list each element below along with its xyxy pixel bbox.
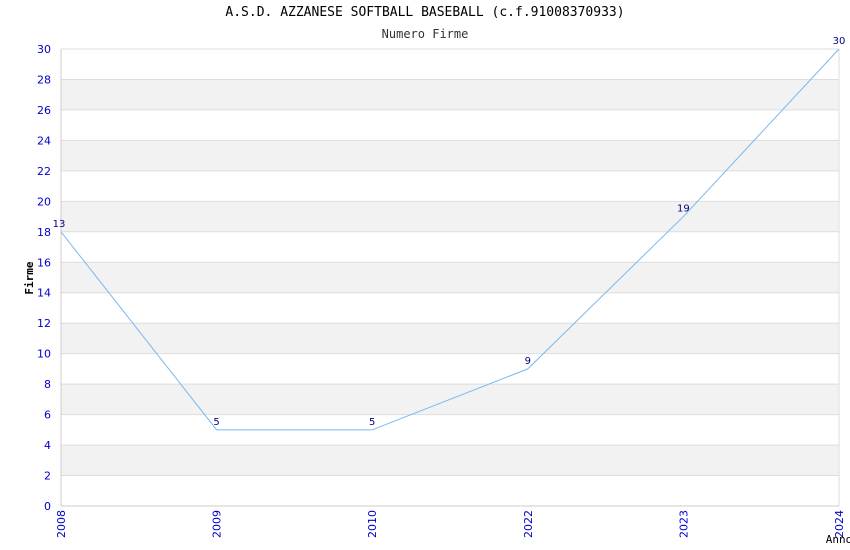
y-tick-label: 4 — [44, 439, 51, 452]
grid-band — [61, 323, 839, 354]
data-label: 5 — [213, 417, 219, 428]
x-tick-labels: 2008 2009 2010 2022 2023 2024 — [55, 510, 846, 538]
grid-band — [61, 475, 839, 506]
y-tick-label: 10 — [37, 348, 51, 361]
grid-band — [61, 445, 839, 476]
y-tick-label: 24 — [37, 134, 51, 147]
grid-band — [61, 170, 839, 202]
data-label: 9 — [525, 356, 531, 367]
y-tick-label: 28 — [37, 73, 51, 86]
y-tick-label: 0 — [44, 500, 51, 513]
y-tick-label: 18 — [37, 226, 51, 239]
y-tick-label: 26 — [37, 104, 51, 117]
data-label: 30 — [833, 36, 846, 47]
y-axis-label: Firme — [23, 261, 36, 294]
grid-bands — [61, 49, 839, 506]
grid-band — [61, 140, 839, 171]
grid-band — [61, 49, 839, 80]
x-tick-label: 2023 — [677, 510, 690, 538]
grid-band — [61, 292, 839, 324]
grid-band — [61, 201, 839, 232]
y-tick-label: 8 — [44, 378, 51, 391]
line-chart: 024681012141618202224262830 2008 2009 2010… — [23, 36, 850, 546]
y-tick-label: 20 — [37, 195, 51, 208]
y-tick-label: 16 — [37, 256, 51, 269]
y-tick-label: 14 — [37, 287, 51, 300]
chart-container: A.S.D. AZZANESE SOFTBALL BASEBALL (c.f.9… — [0, 0, 850, 550]
x-tick-label: 2022 — [522, 510, 535, 538]
y-tick-label: 6 — [44, 409, 51, 422]
x-tick-label: 2009 — [211, 510, 224, 538]
grid-band — [61, 109, 839, 141]
x-axis-label: Anno — [826, 533, 850, 546]
y-tick-label: 22 — [37, 165, 51, 178]
data-label: 19 — [677, 204, 690, 215]
y-tick-label: 2 — [44, 470, 51, 483]
y-tick-label: 30 — [37, 43, 51, 56]
x-tick-label: 2010 — [366, 510, 379, 538]
data-label: 5 — [369, 417, 375, 428]
grid-band — [61, 79, 839, 110]
data-label: 13 — [53, 219, 66, 230]
y-tick-labels: 024681012141618202224262830 — [37, 43, 51, 513]
grid-band — [61, 262, 839, 293]
grid-band — [61, 414, 839, 446]
y-tick-label: 12 — [37, 317, 51, 330]
x-tick-label: 2008 — [55, 510, 68, 538]
grid-band — [61, 231, 839, 263]
